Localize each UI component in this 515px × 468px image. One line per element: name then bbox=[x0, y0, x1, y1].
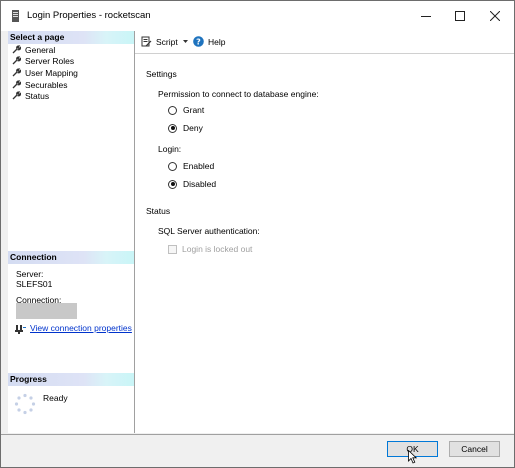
script-icon bbox=[141, 36, 152, 47]
close-button[interactable] bbox=[478, 1, 512, 31]
chevron-down-icon bbox=[182, 40, 188, 43]
script-button[interactable]: Script bbox=[141, 36, 189, 47]
connection-value-redacted bbox=[16, 303, 77, 319]
deny-radio[interactable]: Deny bbox=[168, 123, 203, 133]
minimize-icon bbox=[421, 16, 431, 17]
page-item-securables[interactable]: Securables bbox=[12, 79, 68, 90]
permission-label: Permission to connect to database engine… bbox=[158, 89, 319, 99]
locked-out-label: Login is locked out bbox=[182, 244, 253, 254]
maximize-icon bbox=[455, 11, 465, 21]
enabled-label: Enabled bbox=[183, 161, 215, 171]
enabled-radio[interactable]: Enabled bbox=[168, 161, 214, 171]
page-item-status[interactable]: Status bbox=[12, 90, 49, 101]
radio-circle bbox=[168, 161, 177, 171]
progress-spinner-icon bbox=[14, 393, 36, 415]
app-icon bbox=[12, 10, 19, 22]
page-item-user-mapping[interactable]: User Mapping bbox=[12, 67, 78, 78]
checkbox-box bbox=[168, 244, 177, 254]
progress-header: Progress bbox=[8, 373, 134, 386]
disabled-radio[interactable]: Disabled bbox=[168, 179, 216, 189]
login-properties-window: Login Properties - rocketscan Select a p… bbox=[0, 0, 515, 468]
status-page-content: Settings Permission to connect to databa… bbox=[135, 54, 514, 433]
page-item-label: General bbox=[25, 44, 56, 55]
locked-out-checkbox: Login is locked out bbox=[168, 244, 252, 254]
connection-properties-icon bbox=[15, 325, 26, 334]
connection-header: Connection bbox=[8, 251, 134, 264]
minimize-button[interactable] bbox=[409, 1, 443, 31]
select-page-header: Select a page bbox=[8, 31, 134, 44]
maximize-button[interactable] bbox=[443, 1, 477, 31]
dialog-button-bar: OK Cancel bbox=[1, 434, 514, 467]
progress-status: Ready bbox=[43, 393, 68, 403]
wrench-icon bbox=[12, 68, 21, 77]
wrench-icon bbox=[12, 80, 21, 89]
page-item-label: User Mapping bbox=[25, 67, 78, 78]
sql-auth-label: SQL Server authentication: bbox=[158, 226, 260, 236]
wrench-icon bbox=[12, 56, 21, 65]
mouse-cursor-icon bbox=[408, 450, 418, 464]
status-header: Status bbox=[146, 206, 171, 216]
page-item-label: Status bbox=[25, 90, 50, 101]
page-item-general[interactable]: General bbox=[12, 44, 55, 55]
window-title: Login Properties - rocketscan bbox=[27, 10, 151, 21]
page-item-label: Server Roles bbox=[25, 55, 75, 66]
disabled-label: Disabled bbox=[183, 179, 217, 189]
server-label: Server: bbox=[16, 269, 44, 279]
page-item-server-roles[interactable]: Server Roles bbox=[12, 55, 74, 66]
grant-label: Grant bbox=[183, 105, 205, 115]
close-icon bbox=[490, 11, 500, 21]
grant-radio[interactable]: Grant bbox=[168, 105, 204, 115]
cancel-button[interactable]: Cancel bbox=[449, 441, 500, 457]
svg-text:?: ? bbox=[196, 38, 201, 47]
help-button[interactable]: ? Help bbox=[193, 36, 225, 47]
login-label: Login: bbox=[158, 144, 182, 154]
radio-circle-checked bbox=[168, 123, 177, 133]
radio-circle bbox=[168, 105, 177, 115]
wrench-icon bbox=[12, 91, 21, 100]
toolbar: Script ? Help bbox=[135, 31, 514, 54]
help-label: Help bbox=[208, 36, 226, 47]
left-pane: Select a page General Server Roles User … bbox=[8, 31, 135, 433]
view-connection-properties-link[interactable]: View connection properties bbox=[30, 323, 132, 333]
page-item-label: Securables bbox=[25, 79, 68, 90]
help-icon: ? bbox=[193, 36, 204, 47]
deny-label: Deny bbox=[183, 123, 203, 133]
wrench-icon bbox=[12, 45, 21, 54]
radio-circle-checked bbox=[168, 179, 177, 189]
title-bar: Login Properties - rocketscan bbox=[1, 1, 514, 31]
script-label: Script bbox=[156, 36, 178, 47]
server-value: SLEFS01 bbox=[16, 279, 53, 289]
settings-header: Settings bbox=[146, 69, 177, 79]
